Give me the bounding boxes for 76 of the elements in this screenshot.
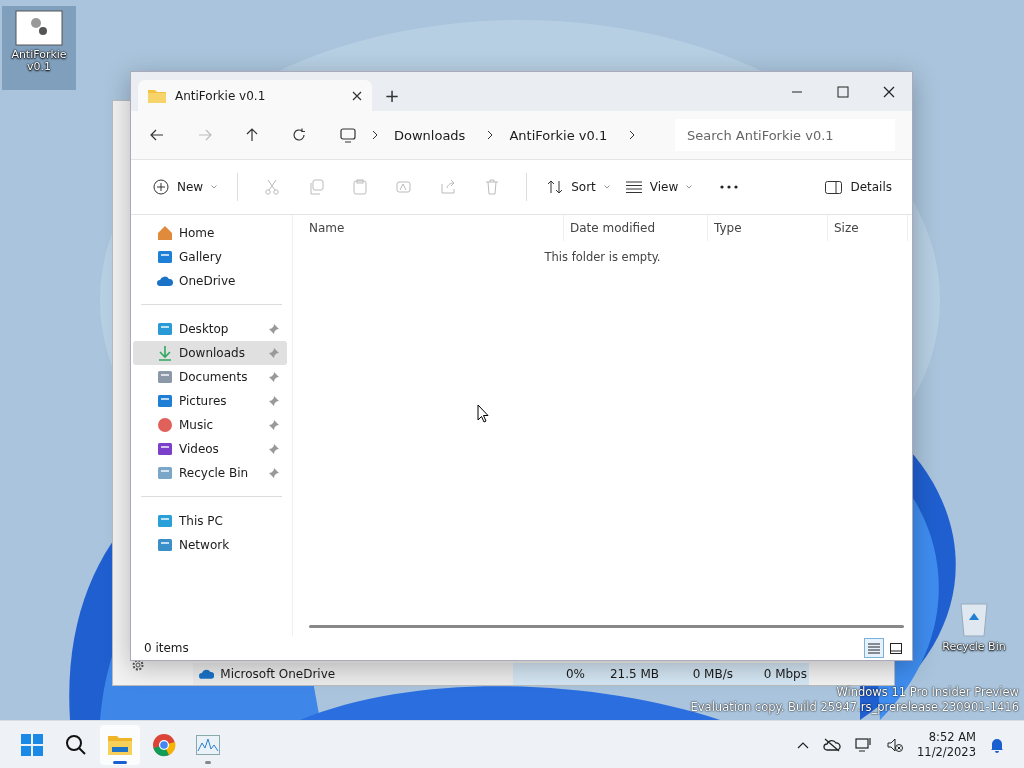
breadcrumb-item[interactable]: AntiForkie v0.1 xyxy=(509,127,608,143)
sidebar-item[interactable]: Documents xyxy=(133,365,287,389)
column-header[interactable]: Type xyxy=(708,215,828,241)
tab[interactable]: AntiForkie v0.1 xyxy=(138,80,372,111)
pin-icon[interactable] xyxy=(269,324,279,334)
sidebar-item[interactable]: Pictures xyxy=(133,389,287,413)
table-cell-text: 0 MB/s xyxy=(691,667,734,681)
folder-icon xyxy=(148,88,166,103)
new-tab-button[interactable]: + xyxy=(372,80,412,111)
caret-icon xyxy=(686,185,693,189)
new-button[interactable]: New xyxy=(145,175,226,199)
close-icon[interactable] xyxy=(352,90,362,101)
more-icon[interactable] xyxy=(720,185,739,189)
process-name: Microsoft OneDrive xyxy=(220,667,337,681)
up-arrow-icon[interactable] xyxy=(246,128,258,142)
sidebar-item[interactable]: This PC xyxy=(133,509,287,533)
scrollbar[interactable] xyxy=(309,625,904,628)
pin-icon[interactable] xyxy=(269,348,279,358)
plus-circle-icon xyxy=(153,179,169,195)
table-cell-text: 0% xyxy=(564,667,586,681)
details-button[interactable]: Details xyxy=(817,176,900,198)
sidebar-item[interactable]: Music xyxy=(133,413,287,437)
chevron-up-icon[interactable] xyxy=(797,740,810,749)
house-icon xyxy=(157,225,173,241)
search-field[interactable]: Search AntiForkie v0.1 xyxy=(675,119,895,151)
breadcrumb-item[interactable]: Downloads xyxy=(394,127,466,143)
tab-title: AntiForkie v0.1 xyxy=(175,88,267,103)
clock[interactable]: 8:52 AM 11/2/2023 xyxy=(917,729,976,760)
sort-button[interactable]: Sort xyxy=(539,176,618,198)
cloud-off-icon[interactable] xyxy=(823,737,842,752)
sidebar-item[interactable]: OneDrive xyxy=(133,269,287,293)
sidebar-item[interactable]: Network xyxy=(133,533,287,557)
empty-folder-message: This folder is empty. xyxy=(543,250,662,264)
sidebar-item[interactable]: Recycle Bin xyxy=(133,461,287,485)
pin-icon[interactable] xyxy=(269,372,279,382)
pin-icon[interactable] xyxy=(269,444,279,454)
chevron-icon[interactable] xyxy=(487,130,494,140)
sort-icon xyxy=(547,180,564,194)
bell-icon[interactable] xyxy=(990,736,1004,753)
chevron-icon[interactable] xyxy=(629,130,636,140)
refresh-icon[interactable] xyxy=(292,128,306,142)
caret-icon xyxy=(211,185,218,189)
item-count: 0 items xyxy=(144,641,189,655)
sidebar-item[interactable]: Videos xyxy=(133,437,287,461)
sidebar-item[interactable]: Gallery xyxy=(133,245,287,269)
maximize-icon[interactable] xyxy=(837,85,849,98)
pin-icon[interactable] xyxy=(269,396,279,406)
sidebar-item[interactable]: Home xyxy=(133,221,287,245)
speaker-muted-icon[interactable] xyxy=(887,737,904,752)
desktop-icon-label: Recycle Bin xyxy=(941,641,1007,654)
pin-icon[interactable] xyxy=(269,420,279,430)
pin-icon[interactable] xyxy=(269,468,279,478)
back-arrow-icon[interactable] xyxy=(150,129,164,141)
table-cell-text: 0 Mbps xyxy=(762,667,808,681)
close-icon[interactable] xyxy=(883,85,895,98)
process-row[interactable]: Microsoft OneDrive 0% 21.5 MB 0 MB/s 0 Mbps xyxy=(193,663,809,685)
lines-icon xyxy=(625,181,642,193)
column-header[interactable]: Size xyxy=(828,215,908,241)
desktop-icon-label: AntiForkie v0.1 xyxy=(10,49,68,74)
watermark-text: Windows 11 Pro Insider Preview xyxy=(836,685,1019,700)
table-cell-text: 21.5 MB xyxy=(608,667,660,681)
download-icon xyxy=(157,345,173,361)
settings-icon[interactable] xyxy=(131,658,145,672)
column-header[interactable]: Date modified xyxy=(564,215,708,241)
caret-icon xyxy=(603,185,610,189)
column-header[interactable]: Name xyxy=(293,215,564,241)
sidebar-item[interactable]: Desktop xyxy=(133,317,287,341)
pane-icon xyxy=(825,180,843,194)
cloud-icon xyxy=(199,669,215,679)
folder-icon[interactable] xyxy=(100,724,140,765)
sidebar-item[interactable]: Downloads xyxy=(133,341,287,365)
chevron-icon[interactable] xyxy=(372,130,378,140)
view-button[interactable]: View xyxy=(617,176,701,198)
cursor-icon xyxy=(477,404,489,423)
clipboard-icon[interactable] xyxy=(352,179,369,195)
address-bar[interactable]: Downloads AntiForkie v0.1 xyxy=(334,119,650,151)
